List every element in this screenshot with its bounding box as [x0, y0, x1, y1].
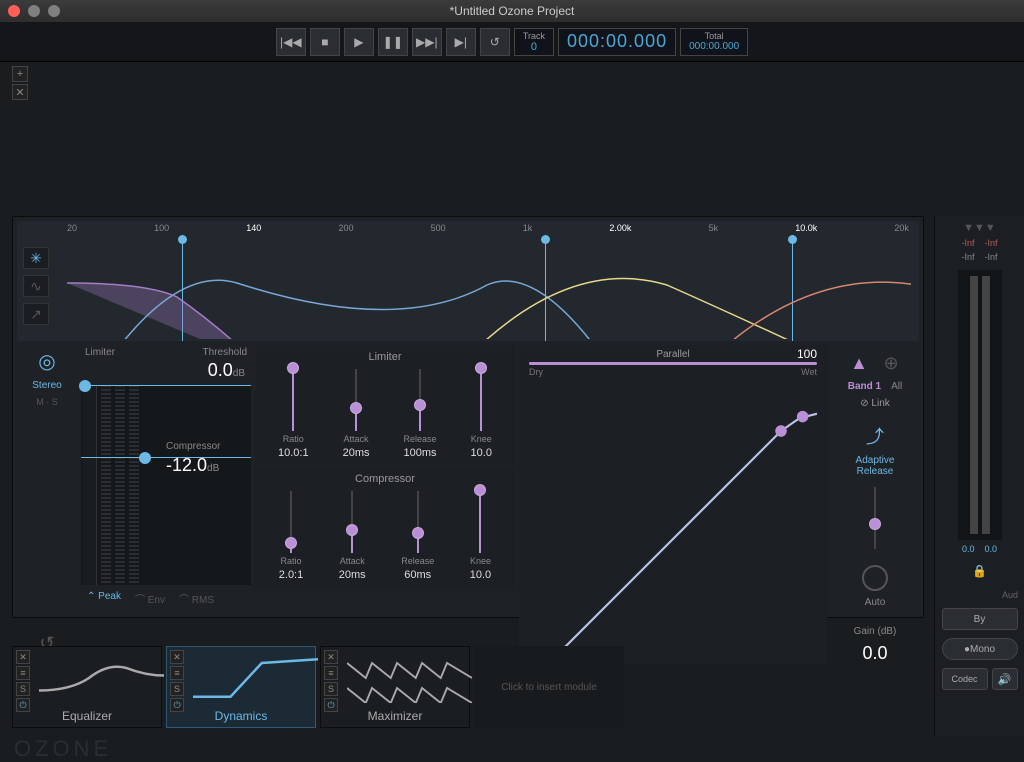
play-button[interactable]: ▶: [344, 28, 374, 56]
traffic-lights: [8, 5, 60, 17]
link-button[interactable]: ⊘ Link: [860, 398, 890, 409]
spectrum-mode-icon[interactable]: ✳: [23, 247, 49, 269]
band-column: ▲ ⊕ Band 1 All ⊘ Link ⤴ Adaptive Release…: [831, 345, 919, 664]
ozone-logo: OZONE: [14, 736, 112, 762]
skip-end-button[interactable]: ▶▶|: [412, 28, 442, 56]
display-mode-icons: ✳ ∿ ↗: [23, 247, 49, 325]
stereo-column: ◎ Stereo M · S ↺: [17, 345, 77, 664]
module-close-icon[interactable]: ✕: [16, 650, 30, 664]
detect-peak[interactable]: ⌃ Peak: [87, 591, 121, 606]
stop-button[interactable]: ■: [310, 28, 340, 56]
compressor-threshold-value[interactable]: -12.0dB: [166, 455, 219, 476]
dynamics-body: ◎ Stereo M · S ↺ Limiter Threshold 0.0dB: [17, 345, 919, 664]
audio-label: Aud: [1002, 590, 1018, 600]
parallel-row: Parallel Dry Wet: [529, 349, 817, 377]
close-track-button[interactable]: ✕: [12, 84, 28, 100]
comp-attack-slider[interactable]: Attack20ms: [339, 491, 366, 581]
transport-bar: |◀◀ ■ ▶ ❚❚ ▶▶| ▶| ↺ Track 0 000:00.000 T…: [0, 22, 1024, 62]
comp-knee-slider[interactable]: Knee10.0: [470, 491, 491, 581]
meter-readout: 0.00.0: [962, 544, 997, 554]
pause-button[interactable]: ❚❚: [378, 28, 408, 56]
comp-ratio-slider[interactable]: Ratio2.0:1: [279, 491, 303, 581]
module-equalizer[interactable]: ✕ ≡ S ⏻ Equalizer: [12, 646, 162, 728]
module-settings-icon[interactable]: ≡: [16, 666, 30, 680]
controls-column: Limiter Ratio10.0:1 Attack20ms Release10…: [255, 345, 515, 664]
total-display: Total 000:00.000: [680, 28, 748, 56]
ozone-plugin-panel: 20 100 140 200 500 1k 2.00k 5k 10.0k 20k…: [12, 216, 924, 618]
freq-labels: 20 100 140 200 500 1k 2.00k 5k 10.0k 20k: [67, 223, 909, 233]
detect-env[interactable]: ⌒ Env: [135, 591, 165, 606]
module-close-icon[interactable]: ✕: [324, 650, 338, 664]
module-dynamics[interactable]: ✕ ≡ S ⏻ Dynamics: [166, 646, 316, 728]
loop-button[interactable]: ↺: [480, 28, 510, 56]
module-maximizer[interactable]: ✕ ≡ S ⏻ Maximizer: [320, 646, 470, 728]
transfer-curve[interactable]: [529, 395, 817, 683]
codec-button[interactable]: Codec: [942, 668, 988, 690]
module-solo-icon[interactable]: S: [16, 682, 30, 696]
limiter-threshold-value[interactable]: 0.0dB: [81, 360, 251, 381]
threshold-column: Limiter Threshold 0.0dB Compressor -12.0…: [81, 345, 251, 664]
max-thumbnail: [347, 653, 472, 703]
limiter-label: Limiter: [85, 347, 115, 358]
insert-module-slot[interactable]: Click to insert module: [474, 646, 624, 728]
threshold-meter[interactable]: Compressor -12.0dB: [81, 385, 251, 585]
transfer-curve-column: Parallel Dry Wet 100: [519, 345, 827, 664]
detect-rms[interactable]: ⌒ RMS: [179, 591, 214, 606]
limiter-attack-slider[interactable]: Attack20ms: [343, 369, 370, 459]
lock-icon[interactable]: 🔒: [972, 564, 987, 578]
add-track-button[interactable]: +: [12, 66, 28, 82]
speaker-icon[interactable]: 🔊: [992, 668, 1018, 690]
dyn-thumbnail: [193, 653, 318, 703]
band1-label[interactable]: Band 1: [848, 381, 881, 392]
adaptive-release-label: Adaptive Release: [856, 455, 895, 477]
stereo-icon[interactable]: ◎: [38, 349, 55, 374]
gain-label: Gain (dB): [854, 626, 897, 637]
output-meter-panel: ▼▼▼ -Inf-Inf -Inf-Inf 0.00.0 🔒 Aud By ● …: [934, 216, 1024, 736]
close-icon[interactable]: [8, 5, 20, 17]
band-shape-icon[interactable]: ▲: [847, 351, 871, 375]
compressor-label: Compressor: [166, 441, 220, 452]
module-row: ✕ ≡ S ⏻ Equalizer ✕ ≡ S ⏻ Dynamics ✕ ≡ S…: [12, 646, 924, 736]
module-solo-icon[interactable]: S: [170, 682, 184, 696]
skip-start-button[interactable]: |◀◀: [276, 28, 306, 56]
all-bands-icon[interactable]: ⊕: [879, 351, 903, 375]
module-settings-icon[interactable]: ≡: [170, 666, 184, 680]
track-buttons: + ✕: [12, 66, 28, 100]
bypass-button[interactable]: By: [942, 608, 1018, 630]
band-all-label[interactable]: All: [891, 381, 902, 392]
limiter-controls: Limiter Ratio10.0:1 Attack20ms Release10…: [255, 345, 515, 465]
parallel-slider[interactable]: [529, 362, 817, 365]
record-button[interactable]: ▶|: [446, 28, 476, 56]
track-display: Track 0: [514, 28, 554, 56]
limiter-ratio-slider[interactable]: Ratio10.0:1: [278, 369, 309, 459]
output-meters: [958, 270, 1002, 540]
minimize-icon[interactable]: [28, 5, 40, 17]
crossover-curves: [67, 245, 911, 339]
mono-button[interactable]: ● Mono: [942, 638, 1018, 660]
threshold-label: Threshold: [203, 347, 247, 358]
limiter-knee-slider[interactable]: Knee10.0: [471, 369, 492, 459]
stereo-label: Stereo: [32, 380, 61, 391]
parallel-value: 100: [797, 347, 817, 361]
adaptive-slider[interactable]: [874, 487, 876, 549]
eq-thumbnail: [39, 653, 164, 703]
maximize-icon[interactable]: [48, 5, 60, 17]
spectrum-display[interactable]: 20 100 140 200 500 1k 2.00k 5k 10.0k 20k…: [17, 221, 919, 341]
detection-modes: ⌃ Peak ⌒ Env ⌒ RMS: [81, 591, 251, 606]
adaptive-release-icon[interactable]: ⤴: [866, 423, 884, 449]
module-settings-icon[interactable]: ≡: [324, 666, 338, 680]
time-display: 000:00.000: [558, 28, 676, 56]
module-close-icon[interactable]: ✕: [170, 650, 184, 664]
titlebar: *Untitled Ozone Project: [0, 0, 1024, 22]
comp-release-slider[interactable]: Release60ms: [401, 491, 434, 581]
ms-label[interactable]: M · S: [36, 397, 58, 407]
window-title: *Untitled Ozone Project: [0, 4, 1024, 18]
curve-mode-icon[interactable]: ∿: [23, 275, 49, 297]
auto-label: Auto: [865, 597, 886, 608]
compressor-controls: Compressor Ratio2.0:1 Attack20ms Release…: [255, 467, 515, 587]
gain-reduction-mode-icon[interactable]: ↗: [23, 303, 49, 325]
auto-gain-knob[interactable]: [862, 565, 888, 591]
limiter-release-slider[interactable]: Release100ms: [404, 369, 437, 459]
module-solo-icon[interactable]: S: [324, 682, 338, 696]
